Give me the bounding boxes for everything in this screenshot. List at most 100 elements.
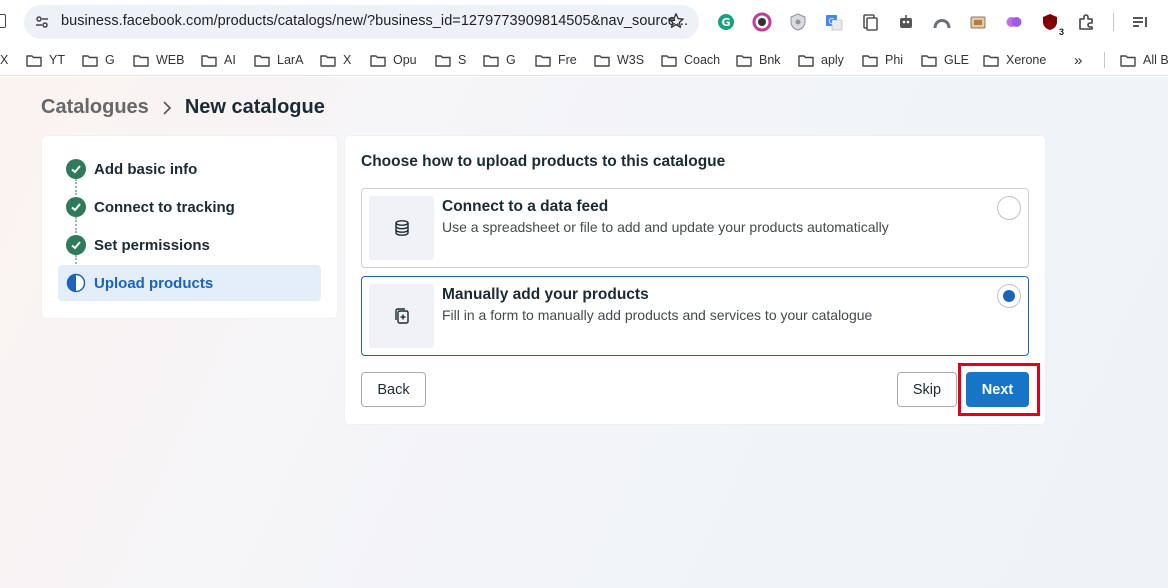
bookmark-folder[interactable]: X — [320, 51, 351, 69]
skip-button[interactable]: Skip — [897, 372, 957, 407]
bookmarks-bar: X YT G WEB AI LarA X Opu S G Fre W3S Coa… — [0, 44, 1168, 76]
breadcrumb: Catalogues New catalogue — [41, 96, 325, 119]
bookmark-folder[interactable]: Coach — [661, 51, 720, 69]
steps-panel: Add basic info Connect to tracking Set p… — [42, 136, 337, 318]
add-product-icon — [394, 308, 409, 324]
bookmark-folder[interactable]: aply — [798, 51, 844, 69]
bookmark-folder[interactable]: Opu — [370, 51, 417, 69]
option-data-feed[interactable]: Connect to a data feed Use a spreadsheet… — [361, 188, 1029, 268]
bookmark-label: G — [506, 53, 516, 67]
folder-icon — [133, 54, 149, 67]
bookmark-label: Fre — [558, 53, 577, 67]
robot-icon[interactable] — [896, 12, 916, 32]
option-icon-box — [369, 284, 434, 348]
grammarly-icon[interactable]: G — [716, 12, 736, 32]
folder-icon — [862, 54, 878, 67]
translate-icon[interactable]: G — [824, 12, 844, 32]
bookmark-label: WEB — [156, 53, 185, 67]
option-manual-add[interactable]: Manually add your products Fill in a for… — [361, 276, 1029, 356]
bookmark-folder[interactable]: WEB — [133, 51, 184, 69]
svg-text:G: G — [721, 16, 730, 29]
site-settings-icon[interactable] — [34, 14, 50, 30]
chevron-right-icon — [163, 100, 171, 115]
step-label: Connect to tracking — [94, 198, 235, 216]
bookmark-label: Bnk — [759, 53, 781, 67]
folder-icon — [201, 54, 217, 67]
option-icon-box — [369, 196, 434, 260]
toolbar-separator — [1113, 13, 1114, 31]
bookmark-label: G — [105, 53, 115, 67]
brain-icon[interactable] — [1004, 12, 1024, 32]
step-connect-to-tracking[interactable]: Connect to tracking — [58, 189, 321, 225]
folder-icon — [320, 54, 336, 67]
url-text[interactable]: business.facebook.com/products/catalogs/… — [61, 13, 688, 29]
ublock-icon[interactable]: 3 — [1040, 12, 1064, 37]
bookmark-folder[interactable]: Xerone — [983, 51, 1046, 69]
page-content: Catalogues New catalogue Add basic info … — [0, 77, 1168, 588]
radio-data-feed[interactable] — [997, 196, 1021, 220]
bookmark-folder[interactable]: G — [483, 51, 516, 69]
step-label: Set permissions — [94, 236, 210, 254]
folder-icon — [483, 54, 499, 67]
step-upload-products[interactable]: Upload products — [58, 265, 321, 301]
bookmark-folder[interactable]: Phi — [862, 51, 903, 69]
bookmark-item[interactable]: X — [0, 51, 8, 69]
shield-icon[interactable] — [788, 12, 808, 32]
bookmarks-separator — [1104, 52, 1105, 68]
bookmark-folder[interactable]: YT — [26, 51, 65, 69]
option-title: Manually add your products — [442, 286, 649, 303]
bookmark-label: YT — [49, 53, 65, 67]
next-button[interactable]: Next — [966, 372, 1029, 407]
folder-icon — [535, 54, 551, 67]
bookmark-folder[interactable]: GLE — [921, 51, 969, 69]
back-button[interactable]: Back — [361, 372, 426, 407]
color-picker-icon[interactable] — [752, 12, 772, 32]
bookmark-folder[interactable]: G — [82, 51, 115, 69]
folder-icon — [983, 54, 999, 67]
step-label: Upload products — [94, 274, 214, 292]
upload-method-card: Choose how to upload products to this ca… — [345, 136, 1045, 424]
bookmark-label: S — [458, 53, 467, 67]
bookmark-folder[interactable]: W3S — [594, 51, 644, 69]
folder-icon — [736, 54, 752, 67]
bookmark-label: Opu — [393, 53, 417, 67]
option-description: Fill in a form to manually add products … — [442, 307, 873, 323]
bookmark-star-icon[interactable] — [667, 12, 685, 30]
option-title: Connect to a data feed — [442, 198, 609, 215]
bookmark-label: Xerone — [1006, 53, 1047, 67]
bookmark-label: GLE — [944, 53, 970, 67]
playlist-icon[interactable] — [1130, 12, 1150, 32]
bookmark-label: AI — [224, 53, 236, 67]
home-icon[interactable] — [0, 14, 6, 28]
option-description: Use a spreadsheet or file to add and upd… — [442, 219, 889, 235]
folder-icon — [82, 54, 98, 67]
ublock-badge: 3 — [1058, 27, 1064, 37]
bookmark-folder[interactable]: AI — [201, 51, 236, 69]
radio-manual-add[interactable] — [997, 284, 1021, 308]
address-bar[interactable]: business.facebook.com/products/catalogs/… — [24, 5, 699, 39]
bookmark-folder[interactable]: Bnk — [736, 51, 781, 69]
step-add-basic-info[interactable]: Add basic info — [58, 151, 321, 187]
reader-icon[interactable] — [860, 12, 880, 32]
bookmark-folder[interactable]: S — [435, 51, 466, 69]
database-icon — [394, 220, 409, 236]
folder-icon — [1120, 54, 1136, 67]
bookmarks-overflow-button[interactable]: » — [1074, 51, 1082, 69]
image-icon[interactable] — [968, 12, 988, 32]
step-set-permissions[interactable]: Set permissions — [58, 227, 321, 263]
half-circle-progress-icon — [66, 273, 86, 293]
folder-icon — [921, 54, 937, 67]
bookmark-label: W3S — [617, 53, 645, 67]
folder-icon — [370, 54, 386, 67]
folder-icon — [594, 54, 610, 67]
arch-icon[interactable] — [932, 12, 952, 32]
folder-icon — [798, 54, 814, 67]
step-label: Add basic info — [94, 160, 198, 178]
bookmark-label: Coach — [684, 53, 721, 67]
all-bookmarks-folder[interactable]: All B — [1120, 51, 1168, 69]
bookmark-folder[interactable]: Fre — [535, 51, 577, 69]
chevron-double-right-icon: » — [1074, 51, 1083, 69]
bookmark-folder[interactable]: LarA — [254, 51, 303, 69]
breadcrumb-catalogues-link[interactable]: Catalogues — [41, 96, 149, 119]
puzzle-icon[interactable] — [1076, 12, 1096, 32]
